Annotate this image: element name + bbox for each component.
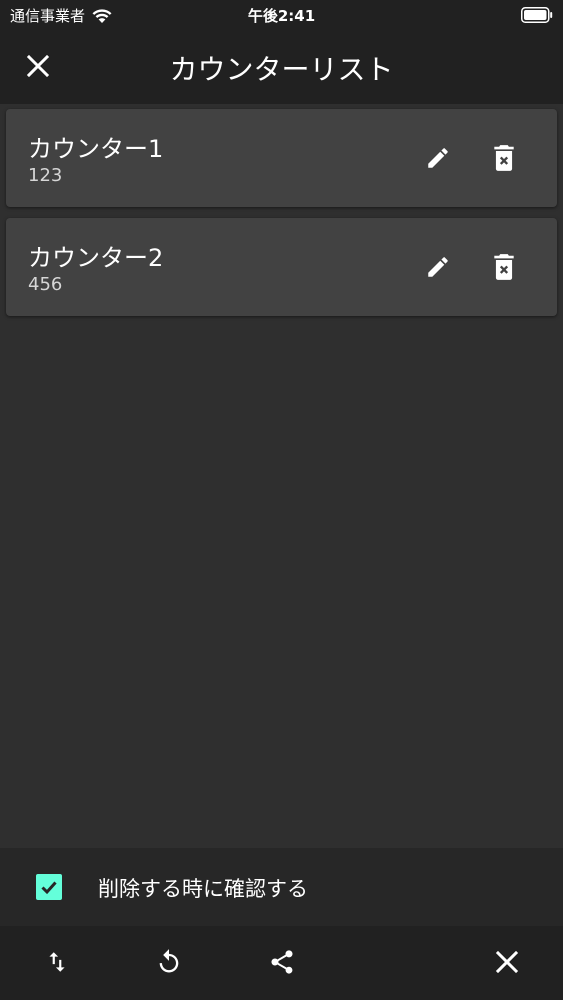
close-icon: [496, 951, 518, 973]
app-bar: カウンターリスト: [0, 30, 563, 104]
refresh-icon: [159, 949, 179, 973]
confirm-delete-checkbox[interactable]: [36, 874, 62, 900]
pencil-icon: [428, 148, 448, 168]
status-bar: 通信事業者 午後2:41: [0, 0, 563, 30]
status-time: 午後2:41: [247, 7, 316, 25]
delete-counter-button[interactable]: [482, 136, 526, 180]
pencil-icon: [428, 257, 448, 277]
reset-button[interactable]: [145, 938, 193, 986]
sort-button[interactable]: [33, 938, 81, 986]
counter-card[interactable]: カウンター1 123: [6, 109, 557, 207]
clear-button[interactable]: [483, 938, 531, 986]
bottom-toolbar: [0, 926, 563, 1000]
counter-name: カウンター1: [28, 135, 164, 163]
edit-counter-button[interactable]: [416, 136, 460, 180]
confirm-delete-label: 削除する時に確認する: [98, 877, 308, 901]
share-icon: [271, 950, 293, 974]
counter-card[interactable]: カウンター2 456: [6, 218, 557, 316]
trash-can-icon: [494, 254, 514, 280]
counter-value: 456: [28, 274, 63, 295]
checkmark-icon: [41, 881, 57, 895]
confirm-delete-option: 削除する時に確認する: [0, 848, 563, 926]
battery-icon: [521, 7, 553, 23]
trash-can-icon: [494, 145, 514, 171]
counter-name: カウンター2: [28, 244, 164, 272]
edit-counter-button[interactable]: [416, 245, 460, 289]
page-title: カウンターリスト: [169, 53, 394, 86]
counter-value: 123: [28, 165, 63, 186]
swap-vertical-icon: [49, 952, 65, 972]
share-button[interactable]: [258, 938, 306, 986]
delete-counter-button[interactable]: [482, 245, 526, 289]
